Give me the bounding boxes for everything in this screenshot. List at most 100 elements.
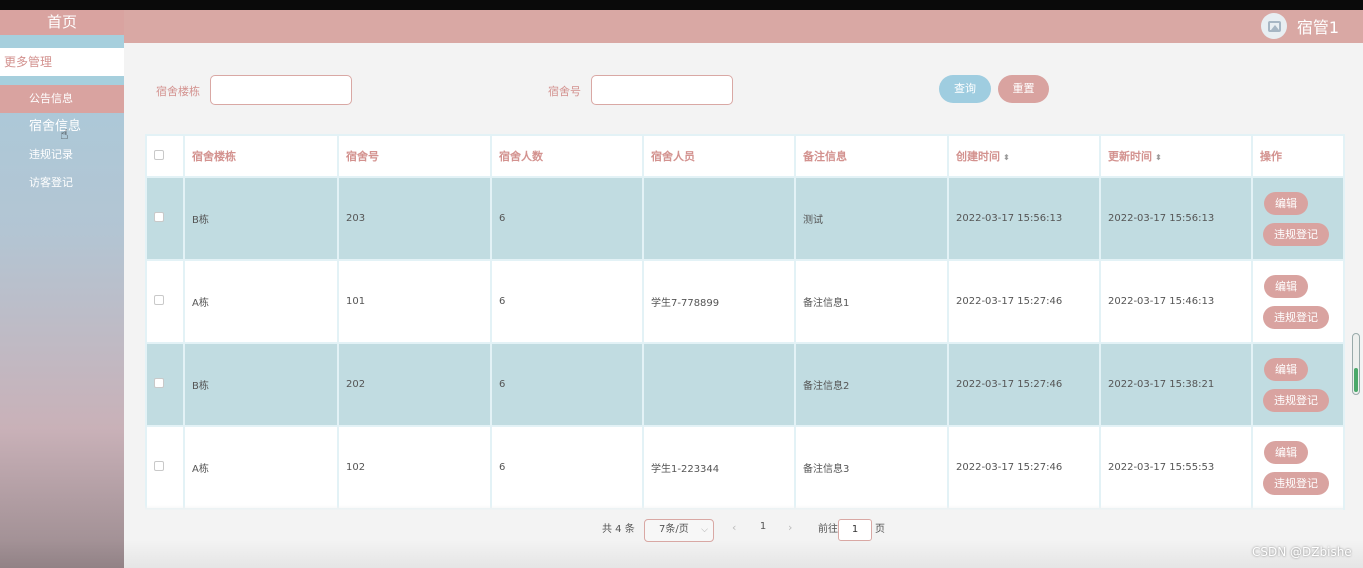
room-label: 宿舍号 <box>548 85 581 98</box>
row-checkbox[interactable] <box>154 212 164 222</box>
edit-button[interactable]: 编辑 <box>1264 357 1308 381</box>
cell-note: 备注信息3 <box>794 425 949 510</box>
goto-label: 前往 <box>818 524 838 535</box>
next-page-icon[interactable]: › <box>788 521 792 534</box>
prev-page-icon[interactable]: ‹ <box>732 521 736 534</box>
cell-building: B栋 <box>183 342 339 427</box>
dorm-table: 宿舍楼栋 宿舍号 宿舍人数 宿舍人员 备注信息 创建时间 ⬍ 更新时间 ⬍ 操作 B… <box>145 134 1345 510</box>
column-header: 宿舍人员 <box>642 134 796 178</box>
scrollbar[interactable] <box>1352 333 1360 395</box>
cell-members <box>642 176 796 261</box>
table-row: B栋 203 6 测试 2022-03-17 15:56:13 2022-03-… <box>145 176 1345 261</box>
column-header: 宿舍楼栋 <box>183 134 339 178</box>
cell-members: 学生7-778899 <box>642 259 796 344</box>
sort-icon[interactable]: ⬍ <box>1003 153 1010 162</box>
user-name[interactable]: 宿管1 <box>1297 14 1339 38</box>
sidebar-item-violations[interactable]: 违规记录 <box>0 141 124 169</box>
cell-count: 6 <box>490 425 644 510</box>
edit-button[interactable]: 编辑 <box>1264 274 1308 298</box>
top-bar: 宿管1 <box>124 10 1363 43</box>
violation-register-button[interactable]: 违规登记 <box>1263 222 1329 246</box>
hand-cursor-icon: ☝ <box>60 127 69 143</box>
table-bottom-fade <box>145 505 1343 511</box>
bottom-shade <box>0 540 1363 568</box>
cell-actions: 编辑 违规登记 <box>1251 342 1345 427</box>
cell-members <box>642 342 796 427</box>
cell-room: 101 <box>337 259 492 344</box>
column-header: 备注信息 <box>794 134 949 178</box>
current-page[interactable]: 1 <box>750 521 776 532</box>
violation-register-button[interactable]: 违规登记 <box>1263 471 1329 495</box>
violation-register-button[interactable]: 违规登记 <box>1263 388 1329 412</box>
sidebar-item-visitors[interactable]: 访客登记 <box>0 169 124 197</box>
cell-updated: 2022-03-17 15:38:21 <box>1099 342 1253 427</box>
chevron-down-icon: ⌵ <box>701 525 708 535</box>
cell-room: 202 <box>337 342 492 427</box>
cell-note: 备注信息1 <box>794 259 949 344</box>
table-row: A栋 101 6 学生7-778899 备注信息1 2022-03-17 15:… <box>145 259 1345 344</box>
sidebar-home[interactable]: 首页 <box>0 10 124 35</box>
row-checkbox-cell <box>145 425 185 510</box>
sidebar-item-notice[interactable]: 公告信息 <box>0 85 124 113</box>
screen-top-strip <box>0 0 1363 10</box>
column-header-created[interactable]: 创建时间 ⬍ <box>947 134 1101 178</box>
row-checkbox-cell <box>145 259 185 344</box>
table-row: A栋 102 6 学生1-223344 备注信息3 2022-03-17 15:… <box>145 425 1345 510</box>
reset-button[interactable]: 重置 <box>998 75 1049 103</box>
column-header: 宿舍号 <box>337 134 492 178</box>
cell-updated: 2022-03-17 15:56:13 <box>1099 176 1253 261</box>
cell-created: 2022-03-17 15:27:46 <box>947 259 1101 344</box>
edit-button[interactable]: 编辑 <box>1264 440 1308 464</box>
row-checkbox-cell <box>145 342 185 427</box>
row-checkbox-cell <box>145 176 185 261</box>
page-suffix: 页 <box>875 524 885 535</box>
cell-actions: 编辑 违规登记 <box>1251 176 1345 261</box>
sidebar: 首页 更多管理 公告信息 宿舍信息 违规记录 访客登记 <box>0 10 124 568</box>
row-checkbox[interactable] <box>154 461 164 471</box>
column-header: 操作 <box>1251 134 1345 178</box>
sidebar-divider <box>0 76 124 85</box>
row-checkbox[interactable] <box>154 295 164 305</box>
table-row: B栋 202 6 备注信息2 2022-03-17 15:27:46 2022-… <box>145 342 1345 427</box>
sort-icon[interactable]: ⬍ <box>1155 153 1162 162</box>
table-header-row: 宿舍楼栋 宿舍号 宿舍人数 宿舍人员 备注信息 创建时间 ⬍ 更新时间 ⬍ 操作 <box>145 134 1345 178</box>
column-header: 宿舍人数 <box>490 134 644 178</box>
row-checkbox[interactable] <box>154 378 164 388</box>
cell-actions: 编辑 违规登记 <box>1251 425 1345 510</box>
main-content: 宿舍楼栋 宿舍号 查询 重置 宿舍楼栋 宿舍号 宿舍人数 宿舍人员 备注信息 创… <box>124 43 1363 568</box>
cell-count: 6 <box>490 176 644 261</box>
cell-building: A栋 <box>183 425 339 510</box>
sidebar-more-management[interactable]: 更多管理 <box>0 48 124 76</box>
edit-button[interactable]: 编辑 <box>1264 191 1308 215</box>
cell-updated: 2022-03-17 15:46:13 <box>1099 259 1253 344</box>
cell-members: 学生1-223344 <box>642 425 796 510</box>
cell-count: 6 <box>490 342 644 427</box>
cell-room: 102 <box>337 425 492 510</box>
cell-created: 2022-03-17 15:27:46 <box>947 342 1101 427</box>
cell-note: 测试 <box>794 176 949 261</box>
column-header-updated[interactable]: 更新时间 ⬍ <box>1099 134 1253 178</box>
cell-building: B栋 <box>183 176 339 261</box>
cell-updated: 2022-03-17 15:55:53 <box>1099 425 1253 510</box>
cell-actions: 编辑 违规登记 <box>1251 259 1345 344</box>
cell-building: A栋 <box>183 259 339 344</box>
cell-note: 备注信息2 <box>794 342 949 427</box>
image-icon[interactable] <box>1261 13 1287 39</box>
goto-page-input[interactable]: 1 <box>838 519 872 541</box>
building-search-input[interactable] <box>210 75 352 105</box>
query-button[interactable]: 查询 <box>939 75 991 103</box>
column-header-label: 更新时间 <box>1108 150 1152 163</box>
pagination-total: 共 4 条 <box>602 524 635 535</box>
watermark: CSDN @DZbishe <box>1252 545 1352 559</box>
select-all-checkbox-cell <box>145 134 185 178</box>
column-header-label: 创建时间 <box>956 150 1000 163</box>
page-size-select[interactable]: 7条/页 ⌵ <box>644 519 714 542</box>
cell-room: 203 <box>337 176 492 261</box>
violation-register-button[interactable]: 违规登记 <box>1263 305 1329 329</box>
room-search-input[interactable] <box>591 75 733 105</box>
cell-created: 2022-03-17 15:27:46 <box>947 425 1101 510</box>
building-label: 宿舍楼栋 <box>156 85 200 98</box>
select-all-checkbox[interactable] <box>154 149 164 160</box>
cell-created: 2022-03-17 15:56:13 <box>947 176 1101 261</box>
sidebar-divider <box>0 35 124 48</box>
